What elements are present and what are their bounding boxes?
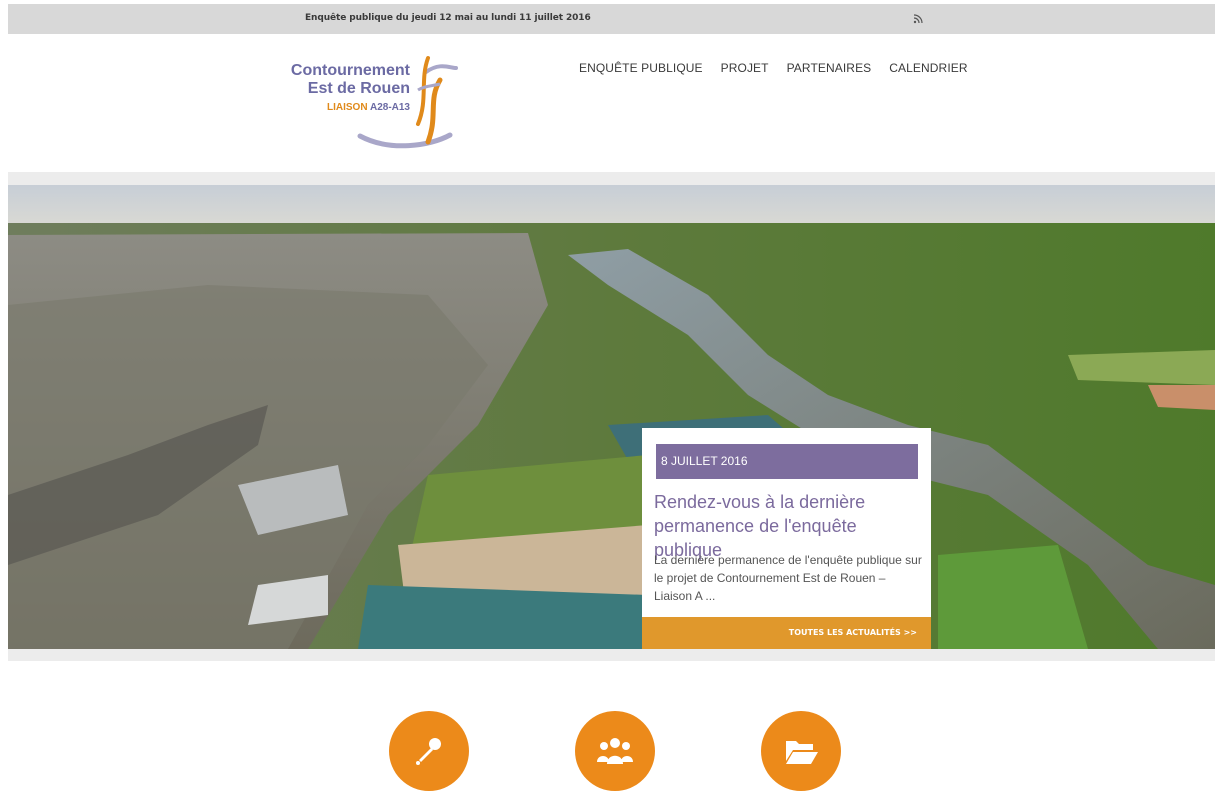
logo-line-1: Contournement [290, 62, 410, 79]
logo-liaison-text: LIAISON [326, 102, 368, 113]
news-excerpt: La dernière permanence de l'enquête publ… [654, 553, 922, 603]
nav-item-calendrier[interactable]: CALENDRIER [889, 61, 967, 75]
hero-aerial-image [8, 185, 1215, 649]
nav-item-enquete-publique[interactable]: ENQUÊTE PUBLIQUE [579, 61, 703, 75]
logo-road-text: A28-A13 [369, 102, 410, 113]
microphone-icon [416, 738, 441, 765]
site-logo[interactable]: Contournement Est de Rouen LIAISON A28-A… [291, 50, 470, 156]
rss-icon[interactable] [911, 12, 925, 26]
enquete-circle-button[interactable] [389, 711, 469, 791]
logo-line-2: Est de Rouen [307, 80, 410, 97]
folder-open-icon [786, 741, 818, 764]
hero-top-band [8, 172, 1215, 185]
main-nav: ENQUÊTE PUBLIQUE PROJET PARTENAIRES CALE… [579, 61, 968, 75]
top-announcement-bar: Enquête publique du jeudi 12 mai au lund… [8, 4, 1215, 34]
enquete-dates-text: Enquête publique du jeudi 12 mai au lund… [305, 13, 591, 23]
news-card[interactable]: 8 JUILLET 2016 Rendez-vous à la dernière… [642, 428, 931, 649]
news-date: 8 JUILLET 2016 [656, 444, 918, 479]
people-icon [597, 738, 633, 764]
logo-line-3: LIAISON A28-A13 [327, 102, 410, 113]
participants-circle-button[interactable] [575, 711, 655, 791]
all-news-button[interactable]: TOUTES LES ACTUALITÉS >> [642, 617, 931, 649]
documents-circle-button[interactable] [761, 711, 841, 791]
nav-item-partenaires[interactable]: PARTENAIRES [787, 61, 872, 75]
nav-item-projet[interactable]: PROJET [721, 61, 769, 75]
all-news-label: TOUTES LES ACTUALITÉS >> [788, 628, 917, 637]
hero-bottom-band [8, 649, 1215, 661]
